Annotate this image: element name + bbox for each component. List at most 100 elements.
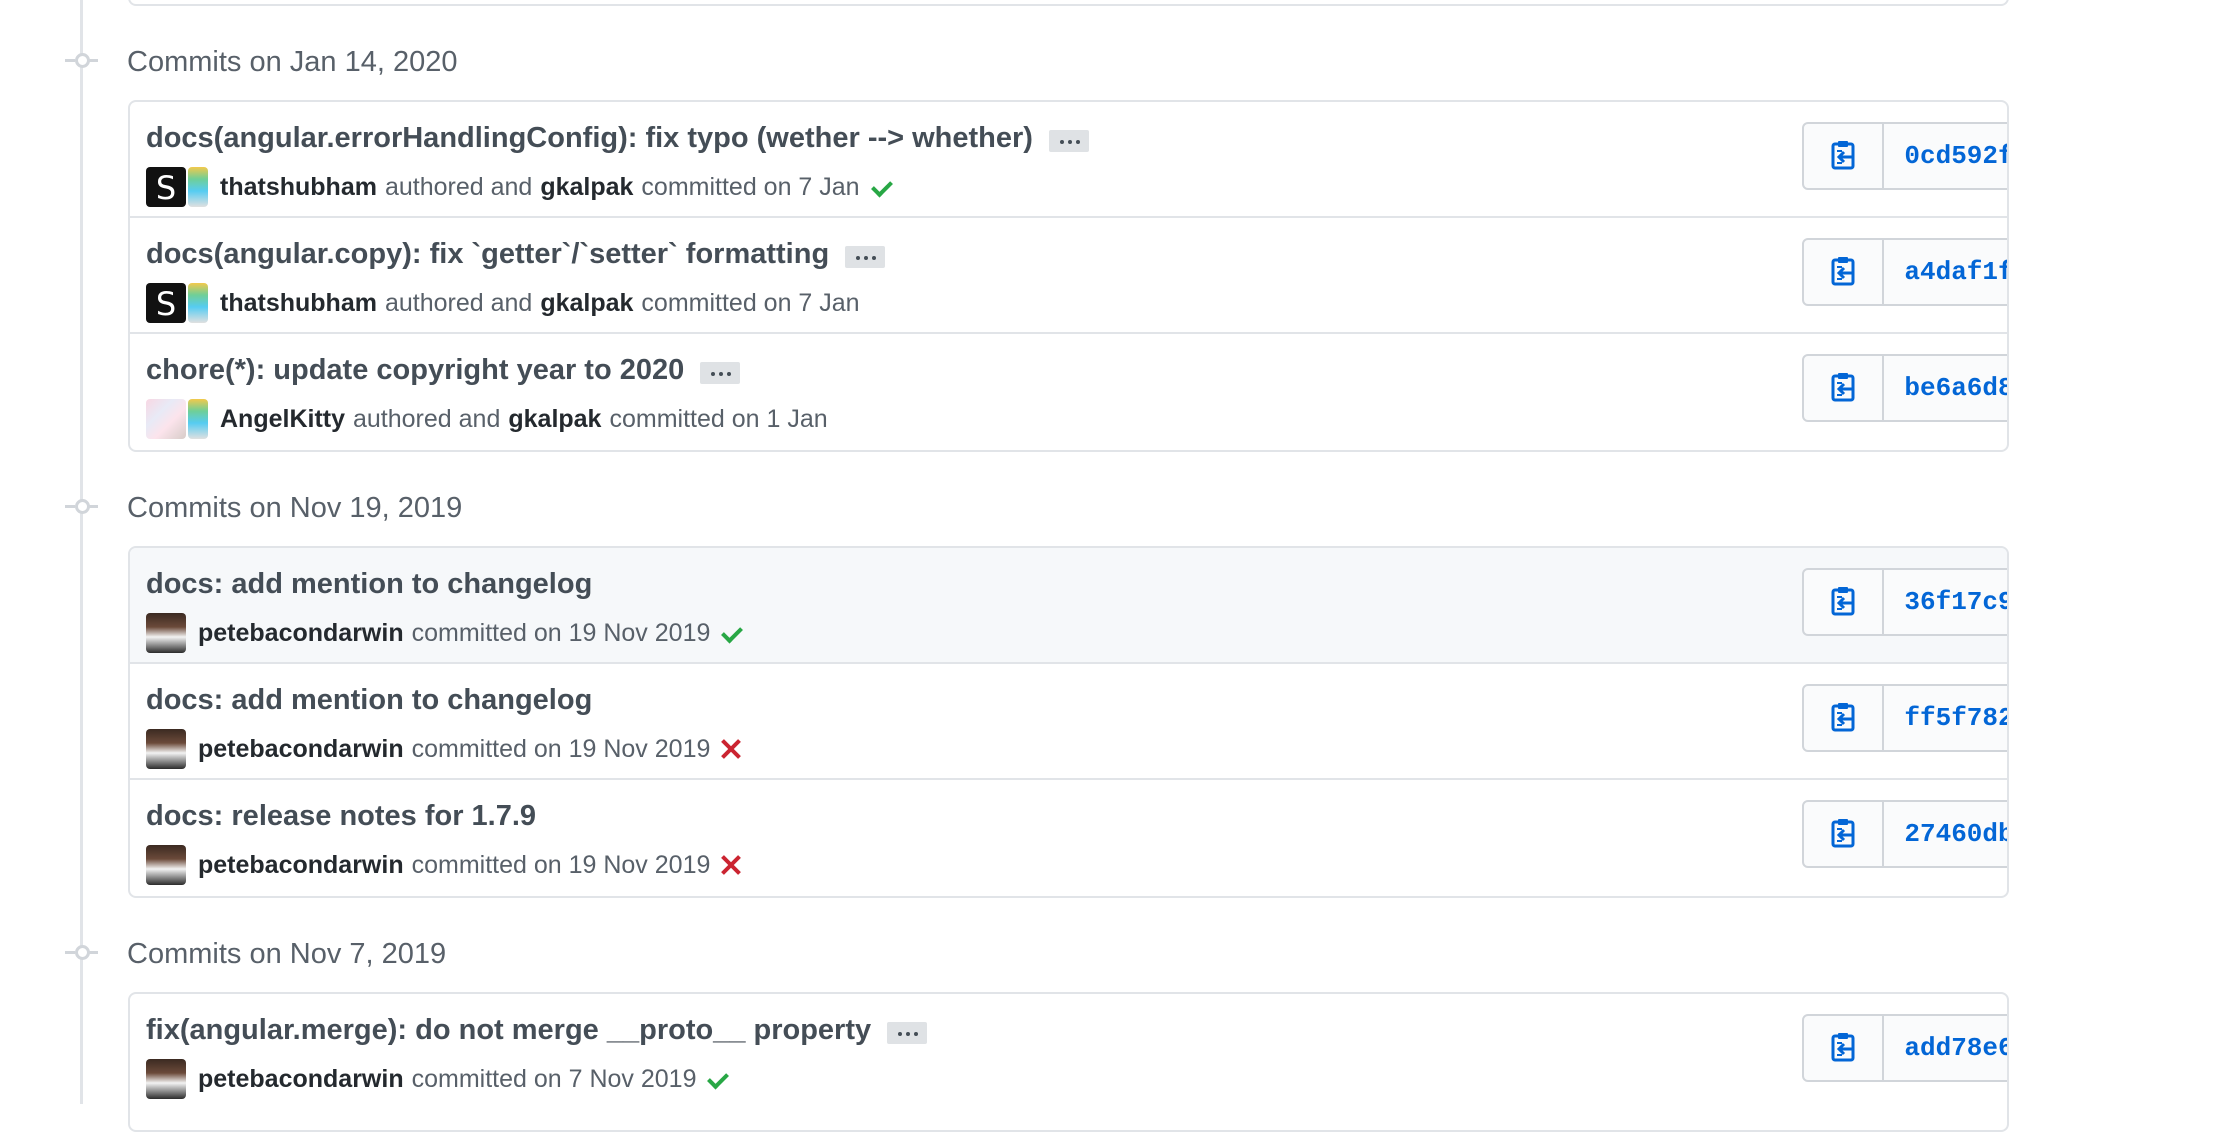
sha-button-group: 36f17c9 — [1802, 568, 2007, 636]
author-link[interactable]: petebacondarwin — [198, 619, 404, 648]
timeline-commit-icon — [65, 942, 98, 962]
commit-date: committed on 7 Jan — [641, 172, 860, 201]
author-avatar[interactable]: S — [146, 283, 186, 323]
commit-sha-link[interactable]: a4daf1f — [1884, 240, 2007, 304]
commit-row: docs: add mention to changelog petebacon… — [130, 548, 2007, 662]
check-icon[interactable] — [720, 622, 742, 644]
authored-text: authored and — [384, 288, 533, 317]
author-avatar[interactable] — [146, 1059, 186, 1099]
commit-row: docs(angular.copy): fix `getter`/`setter… — [130, 216, 2007, 332]
commit-list: fix(angular.merge): do not merge __proto… — [128, 992, 2009, 1132]
author-link[interactable]: petebacondarwin — [198, 1065, 404, 1094]
check-icon[interactable] — [706, 1068, 728, 1090]
copy-sha-button[interactable] — [1804, 240, 1884, 304]
avatar-stack[interactable] — [146, 399, 208, 439]
avatar-stack[interactable]: S — [146, 283, 208, 323]
expand-description-button[interactable] — [700, 361, 741, 384]
commit-group: Commits on Nov 7, 2019 fix(angular.merge… — [0, 920, 2232, 1132]
clippy-icon — [1831, 587, 1855, 616]
copy-sha-button[interactable] — [1804, 124, 1884, 188]
timeline-commit-icon — [65, 50, 98, 70]
commit-date: committed on 19 Nov 2019 — [411, 618, 711, 647]
commit-group-header: Commits on Nov 7, 2019 — [0, 920, 2232, 984]
author-link[interactable]: petebacondarwin — [198, 851, 404, 880]
commit-sha-link[interactable]: be6a6d8 — [1884, 356, 2007, 420]
commit-row: docs: release notes for 1.7.9 petebacond… — [130, 778, 2007, 894]
sha-button-group: a4daf1f — [1802, 238, 2007, 306]
clippy-icon — [1831, 703, 1855, 732]
commit-message-link[interactable]: docs: add mention to changelog — [146, 568, 592, 601]
committer-link[interactable]: gkalpak — [540, 289, 633, 318]
avatar-stack[interactable] — [146, 613, 186, 653]
commit-date: committed on 19 Nov 2019 — [411, 734, 711, 763]
sha-button-group: be6a6d8 — [1802, 354, 2007, 422]
sha-button-group: ff5f782 — [1802, 684, 2007, 752]
commit-row: docs: add mention to changelog petebacon… — [130, 662, 2007, 778]
author-avatar[interactable] — [146, 613, 186, 653]
clippy-icon — [1831, 373, 1855, 402]
author-link[interactable]: thatshubham — [220, 173, 377, 202]
author-link[interactable]: AngelKitty — [220, 405, 345, 434]
committer-avatar[interactable] — [188, 283, 208, 323]
clippy-icon — [1831, 819, 1855, 848]
avatar-stack[interactable]: S — [146, 167, 208, 207]
authored-text: authored and — [384, 172, 533, 201]
commit-message-link[interactable]: docs: add mention to changelog — [146, 684, 592, 717]
author-link[interactable]: petebacondarwin — [198, 735, 404, 764]
avatar-stack[interactable] — [146, 1059, 186, 1099]
sha-button-group: add78e6 — [1802, 1014, 2007, 1082]
author-avatar[interactable] — [146, 399, 186, 439]
authored-text: authored and — [353, 404, 501, 433]
commit-list: docs: add mention to changelog petebacon… — [128, 546, 2009, 898]
commit-sha-link[interactable]: 0cd592f — [1884, 124, 2007, 188]
sha-button-group: 27460db — [1802, 800, 2007, 868]
commit-sha-link[interactable]: 27460db — [1884, 802, 2007, 866]
commit-group-title: Commits on Nov 7, 2019 — [127, 938, 447, 970]
expand-description-button[interactable] — [845, 245, 886, 268]
timeline-commit-icon — [65, 496, 98, 516]
commit-group-header: Commits on Jan 14, 2020 — [0, 28, 2232, 92]
commit-message-link[interactable]: docs(angular.copy): fix `getter`/`setter… — [146, 238, 829, 271]
commit-group-title: Commits on Nov 19, 2019 — [127, 492, 463, 524]
expand-description-button[interactable] — [1048, 129, 1089, 152]
commit-list: docs(angular.errorHandlingConfig): fix t… — [128, 100, 2009, 452]
expand-description-button[interactable] — [887, 1021, 928, 1044]
commit-group: Commits on Nov 19, 2019 docs: add mentio… — [0, 474, 2232, 898]
author-avatar[interactable] — [146, 729, 186, 769]
commit-row: docs(angular.errorHandlingConfig): fix t… — [130, 102, 2007, 216]
copy-sha-button[interactable] — [1804, 356, 1884, 420]
x-icon[interactable] — [720, 738, 742, 760]
commit-sha-link[interactable]: ff5f782 — [1884, 686, 2007, 750]
copy-sha-button[interactable] — [1804, 802, 1884, 866]
commit-date: committed on 7 Nov 2019 — [411, 1064, 697, 1093]
commit-message-link[interactable]: docs(angular.errorHandlingConfig): fix t… — [146, 122, 1033, 155]
previous-commit-list-box — [128, 0, 2009, 6]
copy-sha-button[interactable] — [1804, 1016, 1884, 1080]
author-link[interactable]: thatshubham — [220, 289, 377, 318]
commit-message-link[interactable]: chore(*): update copyright year to 2020 — [146, 354, 684, 387]
committer-link[interactable]: gkalpak — [540, 173, 633, 202]
commit-date: committed on 19 Nov 2019 — [411, 850, 711, 879]
check-icon[interactable] — [870, 176, 892, 198]
avatar-stack[interactable] — [146, 729, 186, 769]
commit-row: fix(angular.merge): do not merge __proto… — [130, 994, 2007, 1108]
author-avatar[interactable] — [146, 845, 186, 885]
clippy-icon — [1831, 1033, 1855, 1062]
commit-sha-link[interactable]: add78e6 — [1884, 1016, 2007, 1080]
commit-message-link[interactable]: docs: release notes for 1.7.9 — [146, 800, 536, 833]
x-icon[interactable] — [720, 854, 742, 876]
committer-avatar[interactable] — [188, 167, 208, 207]
commit-date: committed on 7 Jan — [641, 288, 860, 317]
commit-row: chore(*): update copyright year to 2020 … — [130, 332, 2007, 448]
commit-date: committed on 1 Jan — [609, 404, 828, 433]
avatar-stack[interactable] — [146, 845, 186, 885]
copy-sha-button[interactable] — [1804, 570, 1884, 634]
commit-message-link[interactable]: fix(angular.merge): do not merge __proto… — [146, 1014, 871, 1047]
commit-sha-link[interactable]: 36f17c9 — [1884, 570, 2007, 634]
copy-sha-button[interactable] — [1804, 686, 1884, 750]
commit-group: Commits on Jan 14, 2020 docs(angular.err… — [0, 28, 2232, 452]
committer-avatar[interactable] — [188, 399, 208, 439]
author-avatar[interactable]: S — [146, 167, 186, 207]
committer-link[interactable]: gkalpak — [508, 405, 601, 434]
clippy-icon — [1831, 141, 1855, 170]
